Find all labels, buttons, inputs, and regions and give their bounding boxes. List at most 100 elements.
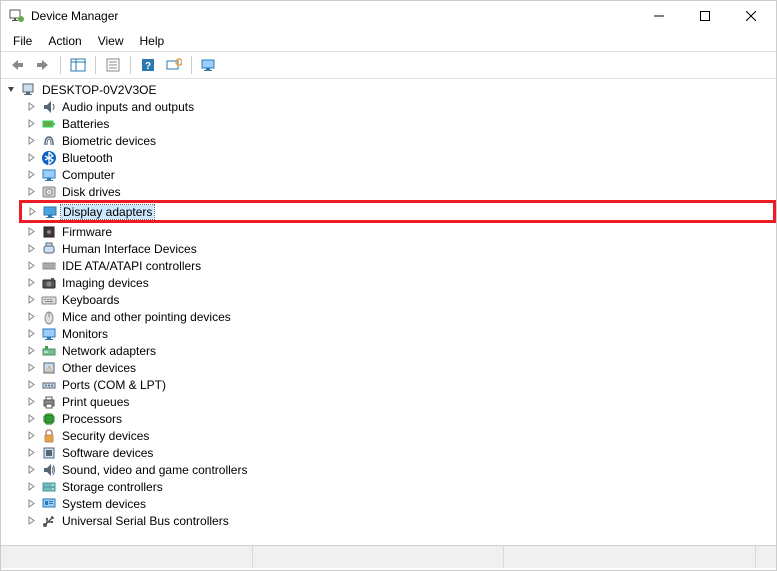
back-button[interactable] — [5, 53, 29, 77]
tree-node-storage[interactable]: Storage controllers — [19, 478, 776, 495]
tree-node-monitor[interactable]: Monitors — [19, 325, 776, 342]
help-button[interactable]: ? — [136, 53, 160, 77]
tree-node-label: System devices — [60, 497, 148, 511]
expand-icon[interactable] — [25, 327, 38, 340]
expand-icon[interactable] — [25, 168, 38, 181]
expand-icon[interactable] — [25, 242, 38, 255]
tree-node-ide[interactable]: IDE ATA/ATAPI controllers — [19, 257, 776, 274]
devices-button[interactable] — [197, 53, 221, 77]
tree-node-network[interactable]: Network adapters — [19, 342, 776, 359]
maximize-button[interactable] — [682, 1, 728, 31]
status-segment — [253, 546, 505, 568]
tree-node-security[interactable]: Security devices — [19, 427, 776, 444]
security-icon — [41, 428, 57, 444]
expand-icon[interactable] — [25, 310, 38, 323]
expand-icon[interactable] — [25, 151, 38, 164]
audio-icon — [41, 99, 57, 115]
window-title: Device Manager — [31, 9, 636, 23]
expand-icon[interactable] — [25, 480, 38, 493]
tree-node-other[interactable]: ⚠Other devices — [19, 359, 776, 376]
properties-button[interactable] — [101, 53, 125, 77]
network-icon — [41, 343, 57, 359]
keyboard-icon — [41, 292, 57, 308]
tree-node-mouse[interactable]: Mice and other pointing devices — [19, 308, 776, 325]
software-icon — [41, 445, 57, 461]
toolbar-separator — [95, 56, 96, 74]
tree-node-bluetooth[interactable]: Bluetooth — [19, 149, 776, 166]
tree-node-disk[interactable]: Disk drives — [19, 183, 776, 200]
status-bar — [1, 545, 776, 568]
menu-help[interactable]: Help — [132, 32, 173, 50]
menu-bar: File Action View Help — [1, 31, 776, 51]
close-button[interactable] — [728, 1, 774, 31]
device-tree[interactable]: DESKTOP-0V2V3OE Audio inputs and outputs B… — [1, 79, 776, 545]
expand-icon[interactable] — [26, 205, 39, 218]
show-hide-tree-button[interactable] — [66, 53, 90, 77]
tree-node-computer[interactable]: Computer — [19, 166, 776, 183]
tree-node-label: Biometric devices — [60, 134, 158, 148]
tree-node-usb[interactable]: Universal Serial Bus controllers — [19, 512, 776, 529]
expand-icon[interactable] — [25, 497, 38, 510]
status-grip — [756, 546, 776, 568]
tree-node-battery[interactable]: Batteries — [19, 115, 776, 132]
expand-icon[interactable] — [25, 100, 38, 113]
expand-icon[interactable] — [25, 276, 38, 289]
expand-icon[interactable] — [25, 293, 38, 306]
status-segment — [504, 546, 756, 568]
status-segment — [1, 546, 253, 568]
tree-node-processor[interactable]: Processors — [19, 410, 776, 427]
tree-node-display[interactable]: Display adapters — [22, 203, 773, 220]
monitor-icon — [41, 326, 57, 342]
expand-icon[interactable] — [25, 429, 38, 442]
tree-node-hid[interactable]: Human Interface Devices — [19, 240, 776, 257]
collapse-icon[interactable] — [5, 83, 18, 96]
minimize-button[interactable] — [636, 1, 682, 31]
tree-node-label: Sound, video and game controllers — [60, 463, 249, 477]
tree-node-system[interactable]: System devices — [19, 495, 776, 512]
expand-icon[interactable] — [25, 361, 38, 374]
print-icon — [41, 394, 57, 410]
expand-icon[interactable] — [25, 225, 38, 238]
tree-node-label: Storage controllers — [60, 480, 165, 494]
expand-icon[interactable] — [25, 412, 38, 425]
sound-icon — [41, 462, 57, 478]
expand-icon[interactable] — [25, 446, 38, 459]
forward-button[interactable] — [31, 53, 55, 77]
menu-action[interactable]: Action — [40, 32, 89, 50]
expand-icon[interactable] — [25, 514, 38, 527]
expand-icon[interactable] — [25, 463, 38, 476]
tree-node-print[interactable]: Print queues — [19, 393, 776, 410]
tree-node-label: Imaging devices — [60, 276, 151, 290]
tree-root-node[interactable]: DESKTOP-0V2V3OE — [1, 81, 776, 98]
expand-icon[interactable] — [25, 344, 38, 357]
toolbar: ? — [1, 51, 776, 79]
tree-node-software[interactable]: Software devices — [19, 444, 776, 461]
tree-node-keyboard[interactable]: Keyboards — [19, 291, 776, 308]
highlight-annotation: Display adapters — [19, 200, 776, 223]
tree-node-imaging[interactable]: Imaging devices — [19, 274, 776, 291]
tree-node-ports[interactable]: Ports (COM & LPT) — [19, 376, 776, 393]
expand-icon[interactable] — [25, 117, 38, 130]
tree-node-label: Batteries — [60, 117, 111, 131]
tree-node-audio[interactable]: Audio inputs and outputs — [19, 98, 776, 115]
tree-node-label: Audio inputs and outputs — [60, 100, 196, 114]
expand-icon[interactable] — [25, 185, 38, 198]
disk-icon — [41, 184, 57, 200]
menu-file[interactable]: File — [5, 32, 40, 50]
tree-node-firmware[interactable]: Firmware — [19, 223, 776, 240]
expand-icon[interactable] — [25, 395, 38, 408]
expand-icon[interactable] — [25, 378, 38, 391]
menu-view[interactable]: View — [90, 32, 132, 50]
ide-icon — [41, 258, 57, 274]
expand-icon[interactable] — [25, 134, 38, 147]
tree-node-label: Bluetooth — [60, 151, 115, 165]
tree-node-label: Human Interface Devices — [60, 242, 199, 256]
expand-icon[interactable] — [25, 259, 38, 272]
tree-node-sound[interactable]: Sound, video and game controllers — [19, 461, 776, 478]
usb-icon — [41, 513, 57, 529]
scan-hardware-button[interactable] — [162, 53, 186, 77]
tree-node-label: Ports (COM & LPT) — [60, 378, 168, 392]
tree-node-biometric[interactable]: Biometric devices — [19, 132, 776, 149]
tree-node-label: Mice and other pointing devices — [60, 310, 233, 324]
bluetooth-icon — [41, 150, 57, 166]
